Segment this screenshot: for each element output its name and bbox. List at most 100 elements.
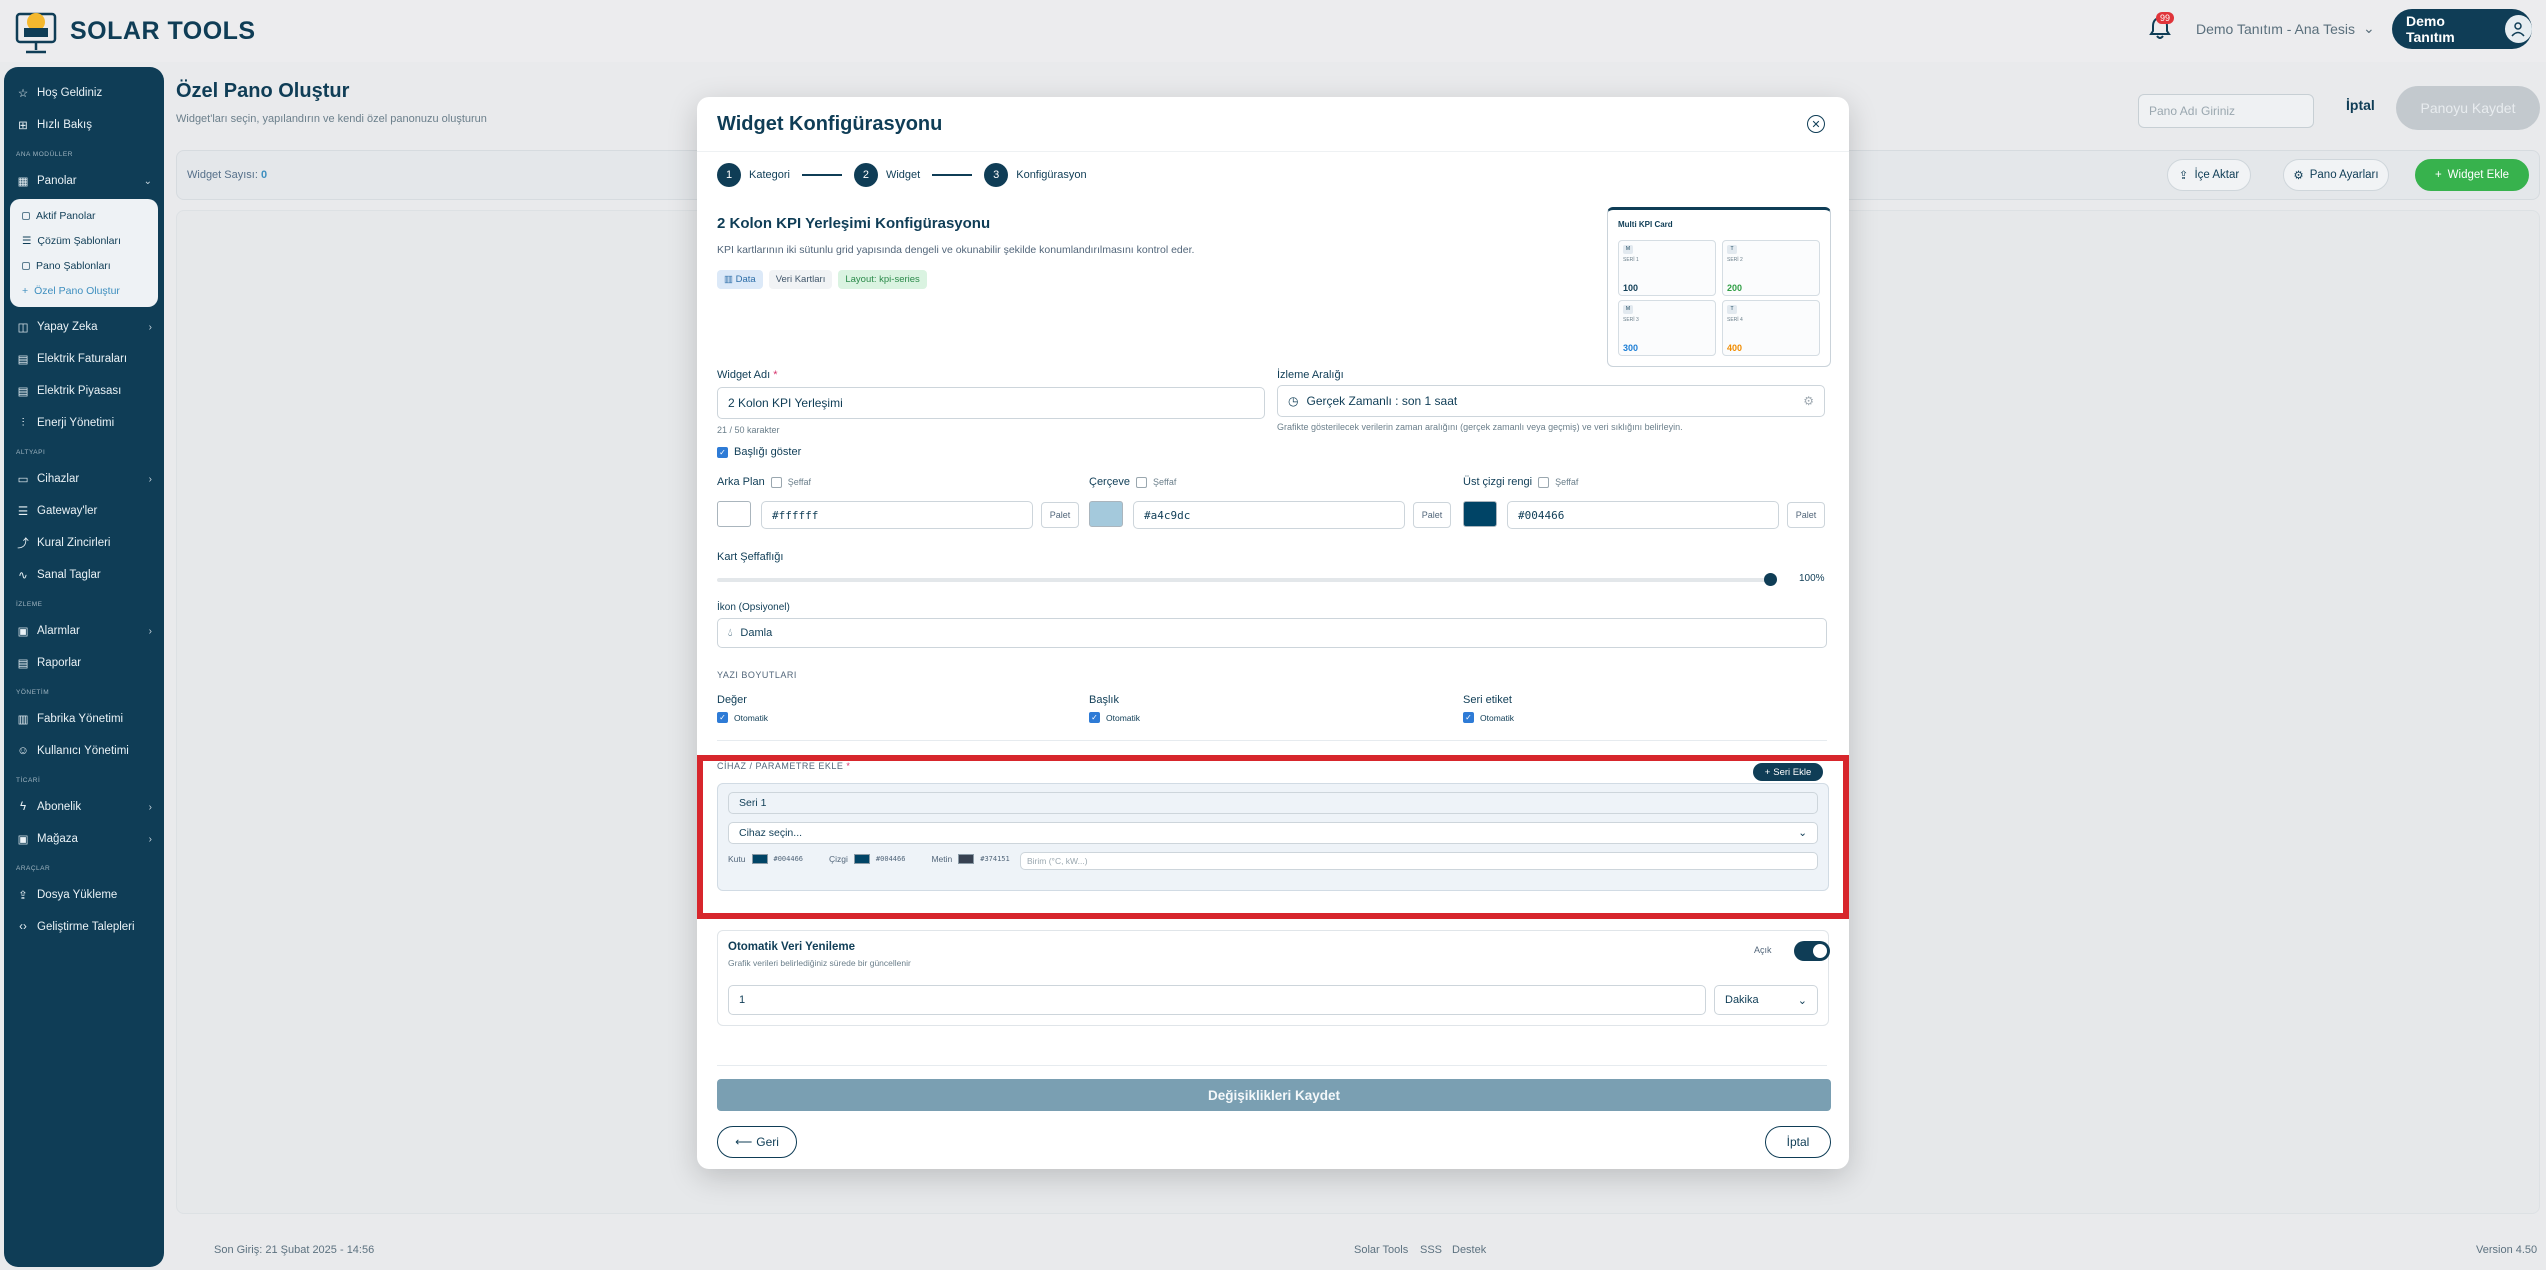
topline-palette-button[interactable]: Palet [1787, 502, 1825, 528]
footer-link[interactable]: Solar Tools [1354, 1244, 1408, 1256]
topline-color-input[interactable]: #004466 [1507, 501, 1779, 529]
pane-name-input[interactable]: Pano Adı Giriniz [2138, 94, 2314, 128]
sidebar-submenu: Aktif Panolar ☰ Çözüm Şablonları Pano Şab… [10, 199, 158, 307]
footer-link[interactable]: Destek [1452, 1244, 1486, 1256]
step-label[interactable]: Konfigürasyon [1016, 169, 1086, 181]
opacity-slider[interactable] [717, 573, 1777, 586]
checkbox-checked[interactable]: ✓ [1089, 712, 1100, 723]
sidebar-item-gateways[interactable]: ☰ Gateway'ler [4, 495, 164, 527]
chevron-right-icon: › [148, 473, 152, 485]
line-color-swatch[interactable] [853, 854, 870, 864]
step-label[interactable]: Kategori [749, 169, 790, 181]
sidebar-subitem-custom-panel[interactable]: + Özel Pano Oluştur [10, 278, 158, 303]
sidebar-item-subscription[interactable]: ϟ Abonelik › [4, 791, 164, 823]
sidebar-item-ai[interactable]: ◫ Yapay Zeka › [4, 311, 164, 343]
frame-transparent-checkbox[interactable] [1135, 476, 1147, 488]
plus-icon: + [22, 284, 29, 297]
sidebar-item-factory[interactable]: ▥ Fabrika Yönetimi [4, 703, 164, 735]
icon-select[interactable]: 💧︎ Damla [717, 618, 1827, 648]
font-title-auto-checkbox[interactable]: ✓ Otomatik [1089, 712, 1140, 723]
version-label: Version 4.50 [2476, 1244, 2538, 1256]
upload-icon: ⇪ [2178, 170, 2189, 182]
add-widget-button[interactable]: + Widget Ekle [2415, 159, 2529, 191]
save-changes-button[interactable]: Değişiklikleri Kaydet [717, 1079, 1831, 1111]
bg-palette-button[interactable]: Palet [1041, 502, 1079, 528]
chevron-right-icon: › [148, 833, 152, 845]
step-connector [801, 174, 842, 176]
unit-input[interactable]: Birim (°C, kW...) [1020, 852, 1818, 870]
step-number[interactable]: 1 [717, 163, 741, 187]
device-icon: ▭ [17, 474, 29, 486]
save-panel-button[interactable]: Panoyu Kaydet [2396, 86, 2540, 130]
add-series-button[interactable]: + Seri Ekle [1753, 763, 1823, 781]
footer-link[interactable]: SSS [1420, 1244, 1442, 1256]
sidebar-item-invoices[interactable]: ▤ Elektrik Faturaları [4, 343, 164, 375]
checkbox-checked[interactable]: ✓ [1463, 712, 1474, 723]
sidebar-item-upload[interactable]: ⇪ Dosya Yükleme [4, 879, 164, 911]
box-color-swatch[interactable] [751, 854, 768, 864]
sidebar-item-devices[interactable]: ▭ Cihazlar › [4, 463, 164, 495]
tenant-selector[interactable]: Demo Tanıtım - Ana Tesis ⌄ [2196, 20, 2375, 37]
refresh-interval-input[interactable]: 1 [728, 985, 1706, 1015]
bg-color-swatch[interactable] [717, 501, 751, 527]
frame-color-swatch[interactable] [1089, 501, 1123, 527]
gear-icon[interactable]: ⚙ [1803, 394, 1814, 408]
font-title-label: Başlık [1089, 694, 1119, 706]
sidebar-subitem-solution-templates[interactable]: ☰ Çözüm Şablonları [10, 228, 158, 253]
sidebar-item-users[interactable]: ☺ Kullanıcı Yönetimi [4, 735, 164, 767]
sidebar-item-dev-requests[interactable]: ‹› Geliştirme Talepleri [4, 911, 164, 943]
bg-color-input[interactable]: #ffffff [761, 501, 1033, 529]
auto-refresh-toggle[interactable] [1794, 941, 1830, 961]
divider [717, 1065, 1827, 1066]
ai-icon: ◫ [17, 322, 29, 334]
sidebar-subitem-panel-templates[interactable]: Pano Şablonları [10, 253, 158, 278]
sidebar-item-label: Mağaza [37, 833, 78, 845]
cancel-button[interactable]: İptal [1765, 1126, 1831, 1158]
sidebar-item-label: Fabrika Yönetimi [37, 713, 124, 725]
device-select[interactable]: Cihaz seçin... ⌄ [728, 822, 1818, 844]
sidebar-item-store[interactable]: ▣ Mağaza › [4, 823, 164, 855]
frame-palette-button[interactable]: Palet [1413, 502, 1451, 528]
cancel-link[interactable]: İptal [2346, 97, 2375, 113]
sidebar-item-virtual-tags[interactable]: ∿ Sanal Taglar [4, 559, 164, 591]
slider-thumb[interactable] [1764, 573, 1777, 586]
sidebar-item-panolar[interactable]: ▦ Panolar ⌄ [4, 165, 164, 197]
close-icon[interactable]: ✕ [1807, 115, 1825, 133]
user-menu-button[interactable]: Demo Tanıtım [2392, 9, 2532, 49]
monitor-range-select[interactable]: ◷ Gerçek Zamanlı : son 1 saat ⚙ [1277, 385, 1825, 417]
sidebar-item-welcome[interactable]: ☆ Hoş Geldiniz [4, 77, 164, 109]
step-number[interactable]: 3 [984, 163, 1009, 187]
step-label[interactable]: Widget [886, 169, 920, 181]
sidebar-item-alarms[interactable]: ▣ Alarmlar › [4, 615, 164, 647]
sidebar-subitem-active-panels[interactable]: Aktif Panolar [10, 203, 158, 228]
required-mark: * [773, 369, 778, 381]
back-button[interactable]: ⟵ Geri [717, 1126, 797, 1158]
sidebar-item-quick-view[interactable]: ⊞ Hızlı Bakış [4, 109, 164, 141]
sidebar-item-energy[interactable]: ⫶ Enerji Yönetimi [4, 407, 164, 439]
series-name-input[interactable]: Seri 1 [728, 792, 1818, 814]
panel-settings-button[interactable]: ⚙ Pano Ayarları [2283, 159, 2389, 191]
logo[interactable]: SOLAR TOOLS [14, 6, 256, 56]
sidebar-item-market[interactable]: ▤ Elektrik Piyasası [4, 375, 164, 407]
show-title-checkbox[interactable]: ✓ Başlığı göster [717, 446, 801, 458]
font-series-auto-checkbox[interactable]: ✓ Otomatik [1463, 712, 1514, 723]
import-button[interactable]: ⇪ İçe Aktar [2167, 159, 2251, 191]
topline-transparent-checkbox[interactable] [1538, 476, 1550, 488]
checkbox-checked[interactable]: ✓ [717, 446, 728, 458]
frame-color-input[interactable]: #a4c9dc [1133, 501, 1405, 529]
topline-color-swatch[interactable] [1463, 501, 1497, 527]
refresh-unit-select[interactable]: Dakika ⌄ [1714, 985, 1818, 1015]
font-value-auto-checkbox[interactable]: ✓ Otomatik [717, 712, 768, 723]
bg-transparent-checkbox[interactable] [770, 476, 782, 488]
text-color-swatch[interactable] [958, 854, 975, 864]
step-number[interactable]: 2 [853, 163, 878, 187]
sidebar-item-label: Elektrik Faturaları [37, 353, 128, 365]
checkbox-checked[interactable]: ✓ [717, 712, 728, 723]
sidebar-item-rule-chains[interactable]: ⤴ Kural Zincirleri [4, 527, 164, 559]
config-description: KPI kartlarının iki sütunlu grid yapısın… [717, 244, 1195, 256]
chevron-right-icon: › [148, 625, 152, 637]
widget-name-input[interactable]: 2 Kolon KPI Yerleşimi [717, 387, 1265, 419]
label-text: Widget Adı [717, 369, 771, 381]
sidebar-item-reports[interactable]: ▤ Raporlar [4, 647, 164, 679]
chain-icon: ⤴ [17, 538, 29, 550]
